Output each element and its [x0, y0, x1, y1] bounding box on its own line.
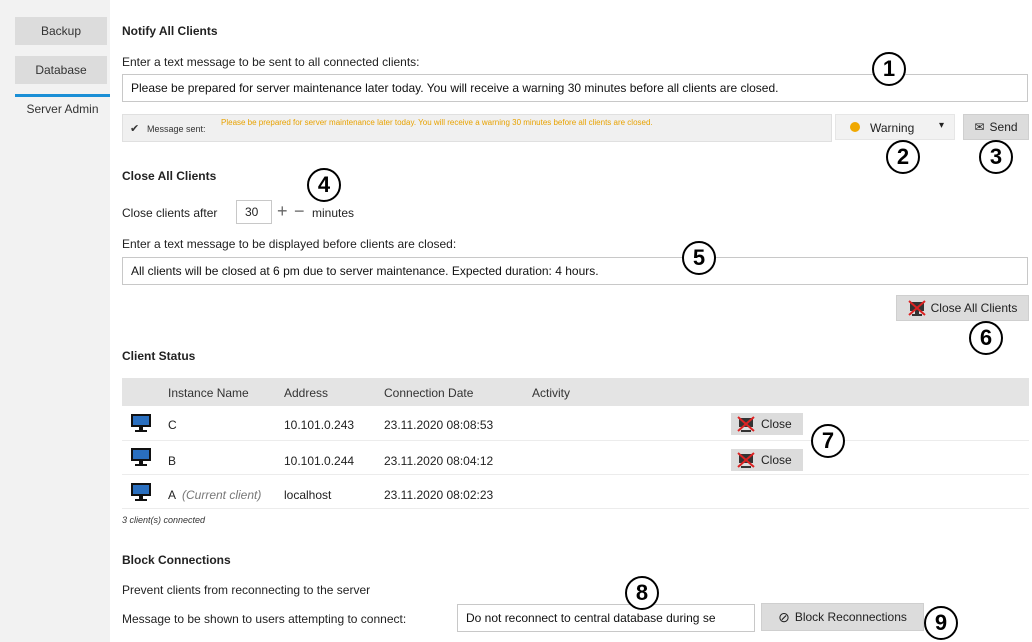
close-clients-icon [907, 300, 926, 316]
column-header-activity: Activity [532, 386, 571, 400]
close-client-icon [737, 452, 755, 468]
send-button-label: Send [989, 120, 1018, 134]
sidebar-item-database[interactable]: Database [15, 56, 107, 84]
main-panel: Notify All Clients Enter a text message … [110, 0, 1032, 642]
instance-name: B [168, 454, 177, 468]
callout-4: 4 [307, 168, 341, 202]
plus-icon[interactable]: + [277, 202, 288, 220]
table-row[interactable]: B 10.101.0.244 23.11.2020 08:04:12 Close [122, 442, 1029, 475]
envelope-icon: ✉ [974, 120, 985, 134]
block-reconnections-label: Block Reconnections [794, 610, 907, 624]
current-client-note: (Current client) [182, 488, 262, 502]
block-description: Prevent clients from reconnecting to the… [122, 583, 371, 597]
callout-2: 2 [886, 140, 920, 174]
callout-7: 7 [811, 424, 845, 458]
instance-name: C [168, 418, 177, 432]
block-reconnections-button[interactable]: ⊘ Block Reconnections [761, 603, 924, 631]
message-sent-bar: ✔ Message sent: Please be prepared for s… [122, 114, 832, 142]
client-address: localhost [284, 488, 332, 502]
callout-8: 8 [625, 576, 659, 610]
table-row[interactable]: C 10.101.0.243 23.11.2020 08:08:53 Close [122, 408, 1029, 441]
connection-date: 23.11.2020 08:02:23 [384, 488, 494, 502]
check-icon: ✔ [130, 123, 140, 135]
column-header-address: Address [284, 386, 329, 400]
connection-date: 23.11.2020 08:08:53 [384, 418, 494, 432]
callout-6: 6 [969, 321, 1003, 355]
close-message-input[interactable]: All clients will be closed at 6 pm due t… [122, 257, 1028, 285]
sidebar-item-backup[interactable]: Backup [15, 17, 107, 45]
notify-section-title: Notify All Clients [122, 24, 218, 38]
monitor-icon [131, 483, 151, 501]
callout-9: 9 [924, 606, 958, 640]
severity-dropdown[interactable]: Warning ▾ [835, 114, 955, 140]
sidebar-item-server-admin[interactable]: Server Admin [15, 94, 110, 122]
block-message-input[interactable]: Do not reconnect to central database dur… [457, 604, 755, 632]
close-client-button[interactable]: Close [731, 449, 803, 471]
client-address: 10.101.0.244 [284, 454, 355, 468]
chevron-down-icon: ▾ [939, 120, 945, 131]
block-message-label: Message to be shown to users attempting … [122, 612, 407, 626]
monitor-icon [131, 414, 151, 432]
callout-5: 5 [682, 241, 716, 275]
close-section-title: Close All Clients [122, 169, 217, 183]
minutes-input[interactable]: 30 [236, 200, 272, 224]
send-button[interactable]: ✉ Send [963, 114, 1029, 140]
table-row[interactable]: A (Current client) localhost 23.11.2020 … [122, 476, 1029, 509]
close-all-clients-label: Close All Clients [930, 301, 1018, 315]
warning-dot-icon [850, 122, 860, 132]
close-client-label: Close [761, 417, 792, 431]
minutes-label: minutes [312, 206, 355, 220]
instance-name: A [168, 488, 177, 502]
client-status-title: Client Status [122, 349, 196, 363]
column-header-date: Connection Date [384, 386, 474, 400]
sidebar: Backup Database Server Admin [0, 0, 110, 642]
close-all-clients-button[interactable]: Close All Clients [896, 295, 1029, 321]
close-client-label: Close [761, 453, 792, 467]
close-client-button[interactable]: Close [731, 413, 803, 435]
callout-1: 1 [872, 52, 906, 86]
monitor-icon [131, 448, 151, 466]
notify-prompt: Enter a text message to be sent to all c… [122, 55, 420, 69]
close-after-label: Close clients after [122, 206, 218, 220]
message-sent-text: Please be prepared for server maintenanc… [221, 118, 653, 127]
client-table-header: Instance Name Address Connection Date Ac… [122, 378, 1029, 406]
severity-value: Warning [870, 121, 915, 135]
client-address: 10.101.0.243 [284, 418, 355, 432]
block-section-title: Block Connections [122, 553, 231, 567]
client-count: 3 client(s) connected [122, 515, 206, 525]
message-sent-label: Message sent: [147, 124, 206, 134]
block-icon: ⊘ [778, 608, 790, 625]
callout-3: 3 [979, 140, 1013, 174]
column-header-instance: Instance Name [168, 386, 249, 400]
close-prompt: Enter a text message to be displayed bef… [122, 237, 457, 251]
minus-icon[interactable]: − [294, 202, 305, 220]
close-client-icon [737, 416, 755, 432]
connection-date: 23.11.2020 08:04:12 [384, 454, 494, 468]
